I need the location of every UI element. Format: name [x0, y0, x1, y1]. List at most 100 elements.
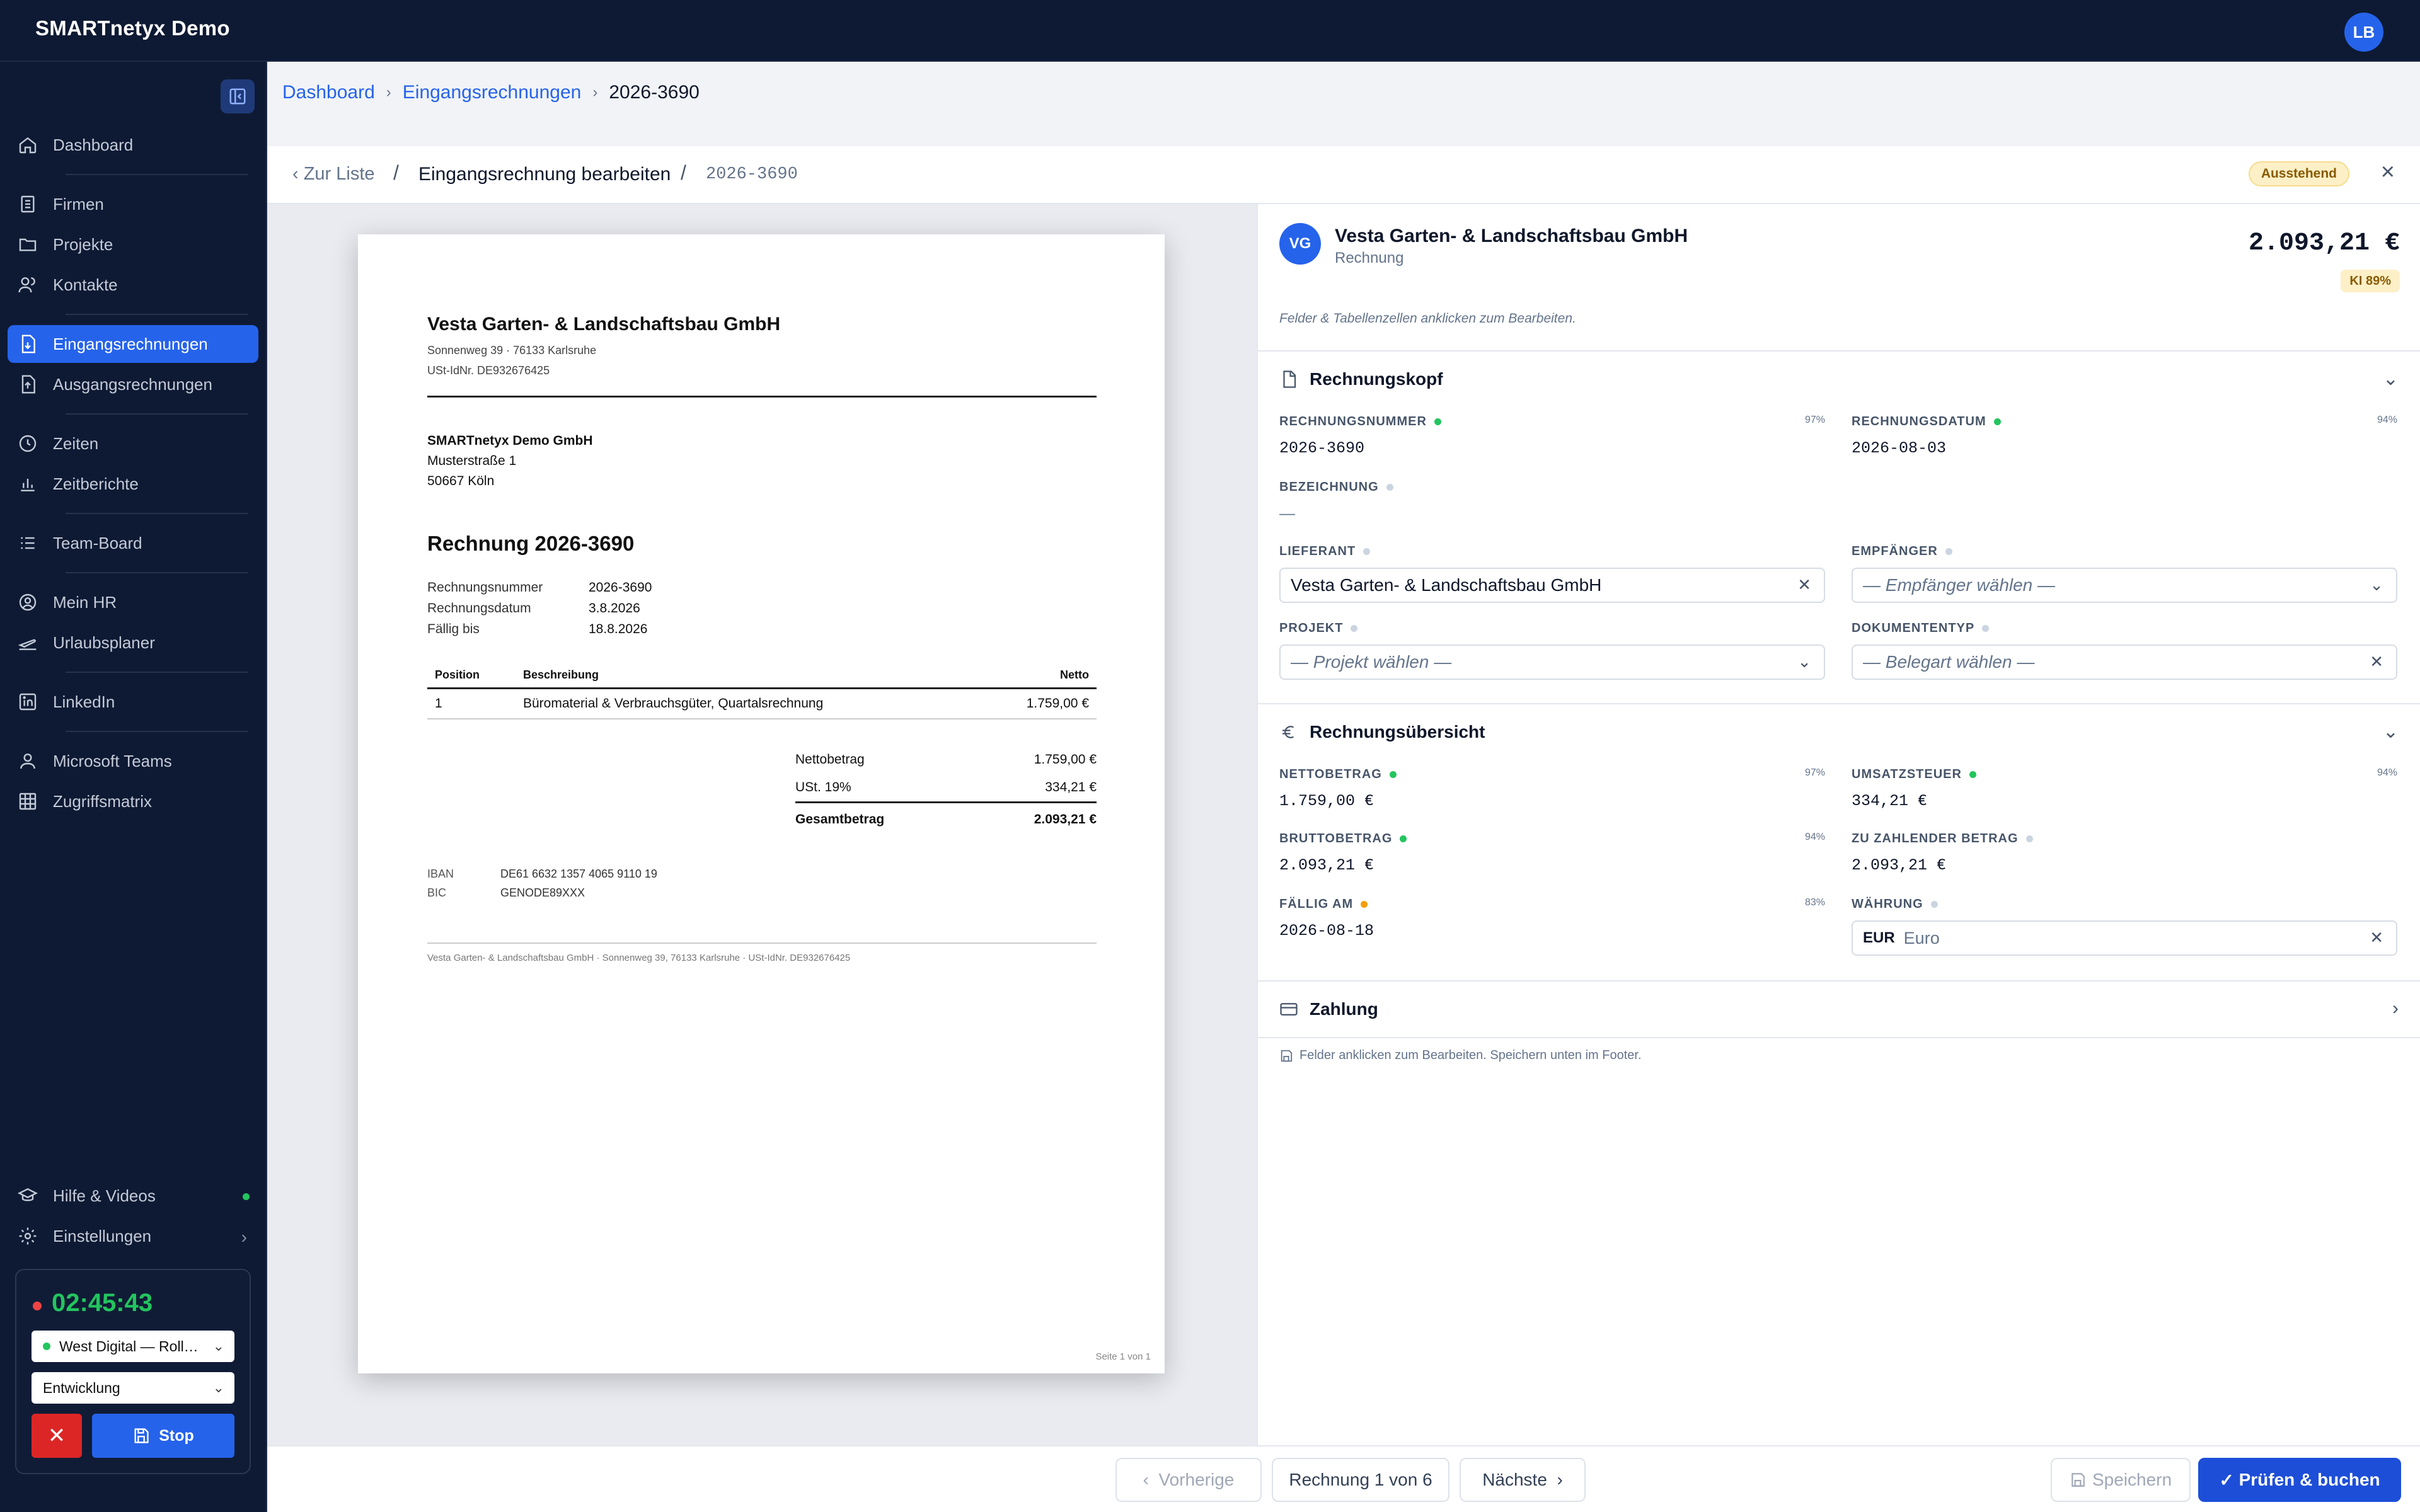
sidebar-item-dashboard[interactable]: Dashboard [8, 126, 258, 164]
sidebar-item-projekte[interactable]: Projekte [8, 226, 258, 263]
back-label: Zur Liste [303, 164, 375, 184]
field-value: 2.093,21 € [1852, 856, 1947, 874]
sidebar-item-label: Zeiten [53, 433, 99, 453]
breadcrumb: Dashboard › Eingangsrechnungen › 2026-36… [282, 82, 700, 103]
supplier-select[interactable]: Vesta Garten- & Landschaftsbau GmbH ✕ [1279, 568, 1825, 603]
field-label: PROJEKT [1279, 621, 1344, 635]
field-label: NETTOBETRAG [1279, 767, 1382, 781]
section-zahlung[interactable]: Zahlung › [1258, 980, 2420, 1038]
doc-cell: 1 [435, 696, 442, 711]
doc-meta-value: 3.8.2026 [589, 601, 640, 616]
sidebar-item-label: Mein HR [53, 592, 117, 612]
recording-dot [33, 1302, 42, 1310]
chevron-left-icon: ‹ [292, 164, 304, 184]
field-description[interactable]: BEZEICHNUNG — [1279, 480, 1825, 523]
nav-divider [66, 513, 248, 514]
chevron-right-icon[interactable]: › [2392, 998, 2399, 1019]
doctype-select[interactable]: — Belegart wählen — ✕ [1852, 644, 2397, 680]
chevron-down-icon[interactable]: ⌄ [2383, 721, 2399, 743]
field-invoice-date[interactable]: RECHNUNGSDATUM 94% 2026-08-03 [1852, 415, 2397, 457]
next-button[interactable]: Nächste › [1460, 1458, 1586, 1502]
sidebar-item-zeitberichte[interactable]: Zeitberichte [8, 465, 258, 503]
chevron-down-icon[interactable]: ⌄ [2383, 368, 2399, 390]
sidebar-item-label: Kontakte [53, 275, 118, 294]
field-label: BRUTTOBETRAG [1279, 832, 1393, 845]
sidebar-item-zugriffsmatrix[interactable]: Zugriffsmatrix [8, 782, 258, 820]
field-currency: WÄHRUNG EUR Euro ✕ [1852, 897, 2397, 956]
confidence-dot [1982, 625, 1990, 632]
sidebar-item-hilfe[interactable]: Hilfe & Videos [8, 1177, 258, 1215]
chevron-right-icon: › [592, 84, 598, 101]
confidence-dot [1434, 418, 1441, 425]
edit-hint: Felder & Tabellenzellen anklicken zum Be… [1279, 311, 1576, 326]
sidebar-item-einstellungen[interactable]: Einstellungen › [8, 1217, 258, 1255]
recipient-select[interactable]: — Empfänger wählen — ⌄ [1852, 568, 2397, 603]
check-and-book-button[interactable]: ✓ Prüfen & buchen [2198, 1458, 2401, 1502]
close-icon[interactable]: × [2381, 159, 2395, 186]
field-invoice-number[interactable]: RECHNUNGSNUMMER 97% 2026-3690 [1279, 415, 1825, 457]
doc-line-items: Position Beschreibung Netto 1 Büromateri… [427, 663, 1097, 719]
stop-button[interactable]: Stop [92, 1414, 234, 1458]
doc-col-header: Netto [1060, 668, 1089, 681]
linkedin-icon [19, 693, 37, 711]
sidebar-item-label: Firmen [53, 194, 104, 214]
sidebar-item-ausgangsrechnungen[interactable]: Ausgangsrechnungen [8, 365, 258, 403]
chevron-left-icon: ‹ [1143, 1470, 1159, 1489]
sidebar-item-urlaubsplaner[interactable]: Urlaubsplaner [8, 624, 258, 662]
sidebar-collapse-icon[interactable] [221, 79, 255, 113]
field-label: UMSATZSTEUER [1852, 767, 1962, 781]
sidebar-item-mein-hr[interactable]: Mein HR [8, 583, 258, 621]
field-due-date[interactable]: FÄLLIG AM 83% 2026-08-18 [1279, 897, 1825, 940]
back-to-list-link[interactable]: ‹ Zur Liste [292, 164, 375, 185]
discard-timer-button[interactable]: ✕ [32, 1414, 82, 1458]
clear-icon[interactable]: ✕ [2370, 928, 2383, 948]
sidebar-item-label: Zugriffsmatrix [53, 791, 152, 811]
currency-select[interactable]: EUR Euro ✕ [1852, 920, 2397, 956]
nav-divider [66, 314, 248, 315]
clear-icon[interactable]: ✕ [2370, 652, 2383, 672]
project-field-select[interactable]: — Projekt wählen — ⌄ [1279, 644, 1825, 680]
top-bar: SMARTnetyx Demo LB [0, 0, 2420, 62]
previous-button[interactable]: ‹ Vorherige [1115, 1458, 1262, 1502]
footer-bar: ‹ Vorherige Rechnung 1 von 6 Nächste › S… [267, 1445, 2420, 1512]
chevron-right-icon: › [386, 84, 391, 101]
file-upload-icon [21, 375, 35, 394]
confidence-dot [1930, 901, 1938, 908]
breadcrumb-current: 2026-3690 [609, 82, 700, 103]
breadcrumb-eingangsrechnungen[interactable]: Eingangsrechnungen [403, 82, 582, 103]
section-header[interactable]: Zahlung [1279, 999, 1378, 1019]
field-net-amount[interactable]: NETTOBETRAG 97% 1.759,00 € [1279, 767, 1825, 810]
clear-icon[interactable]: ✕ [1797, 575, 1811, 595]
sidebar-item-zeiten[interactable]: Zeiten [8, 425, 258, 462]
field-payable-amount[interactable]: ZU ZAHLENDER BETRAG 2.093,21 € [1852, 832, 2397, 874]
project-select[interactable]: West Digital — Roll… ⌄ [32, 1331, 234, 1362]
invoice-total: 2.093,21 € [2248, 229, 2400, 258]
sidebar-item-microsoft-teams[interactable]: Microsoft Teams [8, 742, 258, 780]
field-vat[interactable]: UMSATZSTEUER 94% 334,21 € [1852, 767, 2397, 810]
sidebar-item-team-board[interactable]: Team-Board [8, 524, 258, 562]
section-header[interactable]: Rechnungsübersicht [1279, 722, 1485, 742]
project-placeholder: — Projekt wählen — [1291, 652, 1452, 672]
breadcrumb-dashboard[interactable]: Dashboard [282, 82, 375, 103]
sidebar-item-firmen[interactable]: Firmen [8, 185, 258, 223]
save-button[interactable]: Speichern [2051, 1458, 2191, 1502]
doc-total-value: 1.759,00 € [1034, 752, 1097, 767]
doc-recipient-name: SMARTnetyx Demo GmbH [427, 433, 593, 448]
gear-icon [19, 1227, 37, 1245]
sidebar-item-eingangsrechnungen[interactable]: Eingangsrechnungen [8, 325, 258, 363]
field-gross-amount[interactable]: BRUTTOBETRAG 94% 2.093,21 € [1279, 832, 1825, 874]
section-header[interactable]: Rechnungskopf [1279, 369, 1443, 389]
nav-divider [66, 572, 248, 573]
sidebar-item-linkedin[interactable]: LinkedIn [8, 683, 258, 721]
confidence-value: 97% [1804, 767, 1825, 778]
document-icon [1283, 370, 1296, 388]
activity-select[interactable]: Entwicklung ⌄ [32, 1372, 234, 1404]
app-title: SMARTnetyx Demo [35, 16, 230, 40]
invoice-id: 2026-3690 [706, 165, 798, 184]
confidence-dot [1351, 625, 1358, 632]
confidence-dot [1969, 771, 1976, 778]
divider-slash: / [681, 161, 686, 184]
sidebar-item-kontakte[interactable]: Kontakte [8, 266, 258, 304]
graduation-cap-icon [18, 1188, 38, 1201]
user-avatar[interactable]: LB [2344, 13, 2383, 52]
